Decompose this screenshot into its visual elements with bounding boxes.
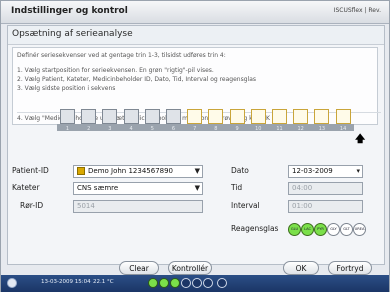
- reagent-status-icon: [148, 278, 158, 288]
- rack-position-3[interactable]: [102, 109, 118, 124]
- sample-rack: 🡅 1 2 3 4 5 6 7 8 9 10 11 12 13 14: [57, 102, 383, 145]
- dato-value: 12-03-2009: [292, 167, 333, 175]
- rack-position-4[interactable]: [123, 109, 139, 124]
- patient-select[interactable]: Demo John 1234567890 ▼: [73, 165, 203, 178]
- status-temperature: 22.1 °C: [93, 279, 114, 285]
- rack-position-9[interactable]: [229, 109, 245, 124]
- instruction-line: 1. Vælg startposition for serieekvensen.…: [17, 67, 214, 74]
- rack-position-number: 4: [129, 126, 133, 132]
- patient-value: Demo John 1234567890: [88, 167, 174, 175]
- fortryd-button[interactable]: Fortryd: [328, 261, 372, 275]
- rack-position-number: 8: [214, 126, 218, 132]
- app-window: Indstillinger og kontrol ISCUSflex | Rev…: [0, 0, 390, 292]
- rack-position-5[interactable]: [144, 109, 160, 124]
- interval-label: Interval: [231, 201, 260, 210]
- rack-position-number: 6: [171, 126, 176, 132]
- tid-field[interactable]: 04:00: [288, 182, 363, 195]
- rack-position-11[interactable]: [272, 109, 287, 124]
- rack-position-number: 1: [65, 126, 70, 132]
- reagent-tube-glt[interactable]: GLT: [340, 223, 353, 236]
- kateter-value: CNS sæmre: [77, 184, 119, 192]
- reagens-label: Reagensglas: [231, 224, 279, 233]
- ok-button[interactable]: OK: [283, 261, 319, 275]
- rack-position-7[interactable]: [187, 109, 203, 124]
- rack-position-number: 5: [150, 126, 154, 132]
- tid-value: 04:00: [292, 184, 313, 192]
- reagent-tube-gly[interactable]: GLY: [327, 223, 340, 236]
- page-title: Opsætning af serieanalyse: [12, 29, 133, 39]
- dato-label: Dato: [231, 166, 249, 175]
- dato-picker[interactable]: 12-03-2009 ▾: [288, 165, 363, 178]
- ror-field[interactable]: 5014: [73, 200, 203, 213]
- page-heading: Opsætning af serieanalyse: [8, 26, 384, 45]
- home-icon[interactable]: [7, 278, 17, 288]
- reagent-status-icon: [181, 278, 191, 288]
- rack-position-number: 11: [276, 126, 283, 132]
- reagent-status-icon: [159, 278, 169, 288]
- patient-status-icon: [77, 167, 85, 175]
- patient-label: Patient-ID: [12, 166, 49, 175]
- reagent-tube-lac[interactable]: LAC: [301, 223, 314, 236]
- brand-logo: ISCUSflex | Rev.: [333, 7, 381, 14]
- rack-position-13[interactable]: [314, 109, 330, 124]
- ror-value: 5014: [77, 202, 95, 210]
- start-position-arrow-icon: 🡅: [355, 134, 366, 145]
- rack-position-10[interactable]: [250, 109, 266, 124]
- clear-button[interactable]: Clear: [119, 261, 159, 275]
- rack-position-number: 7: [193, 126, 197, 132]
- tid-label: Tid: [231, 183, 243, 192]
- system-status-icon: [217, 278, 227, 288]
- rack-position-number: 10: [255, 126, 262, 132]
- rack-position-1[interactable]: [60, 109, 75, 124]
- kateter-label: Kateter: [12, 183, 40, 192]
- chevron-down-icon: ▼: [194, 167, 200, 175]
- rack-position-number: 13: [318, 126, 326, 132]
- instruction-line: Definér seriesekvenser ved at gentage tr…: [17, 52, 226, 59]
- instruction-line: 2. Vælg Patient, Kateter, Medicinbeholde…: [17, 76, 257, 83]
- interval-field[interactable]: 01:00: [288, 200, 363, 213]
- rack-position-number: 2: [87, 126, 91, 132]
- instruction-line: 3. Vælg sidste position i sekvens: [17, 85, 116, 92]
- kontroller-button[interactable]: Kontrollér: [168, 261, 212, 275]
- rack-position-number: 3: [108, 126, 112, 132]
- reagent-status-icon: [170, 278, 180, 288]
- rack-position-6[interactable]: [166, 109, 181, 124]
- chevron-down-icon: ▼: [194, 184, 200, 192]
- rack-position-number: 12: [297, 126, 304, 132]
- reagent-tube-pyr[interactable]: PYR: [314, 223, 327, 236]
- ror-label: Rør-ID: [20, 201, 44, 210]
- interval-value: 01:00: [292, 202, 313, 210]
- rack-position-8[interactable]: [208, 109, 224, 124]
- rack-position-14[interactable]: [335, 109, 351, 124]
- title-bar: Indstillinger og kontrol ISCUSflex | Rev…: [1, 1, 389, 24]
- status-datetime: 13-03-2009 15:04: [41, 279, 91, 285]
- reagent-status-icon: [192, 278, 202, 288]
- reagent-tube-glu[interactable]: GLU: [288, 223, 301, 236]
- calendar-dropdown-icon: ▾: [356, 167, 360, 175]
- rack-position-2[interactable]: [81, 109, 97, 124]
- reagent-tube-urea[interactable]: UREA: [353, 223, 366, 236]
- status-bar: 13-03-2009 15:04 22.1 °C: [1, 275, 389, 292]
- window-title: Indstillinger og kontrol: [11, 6, 128, 16]
- rack-position-number: 9: [235, 126, 239, 132]
- kateter-select[interactable]: CNS sæmre ▼: [73, 182, 203, 195]
- rack-position-12[interactable]: [293, 109, 309, 124]
- rack-position-number: 14: [339, 126, 347, 132]
- reagent-status-icon: [203, 278, 213, 288]
